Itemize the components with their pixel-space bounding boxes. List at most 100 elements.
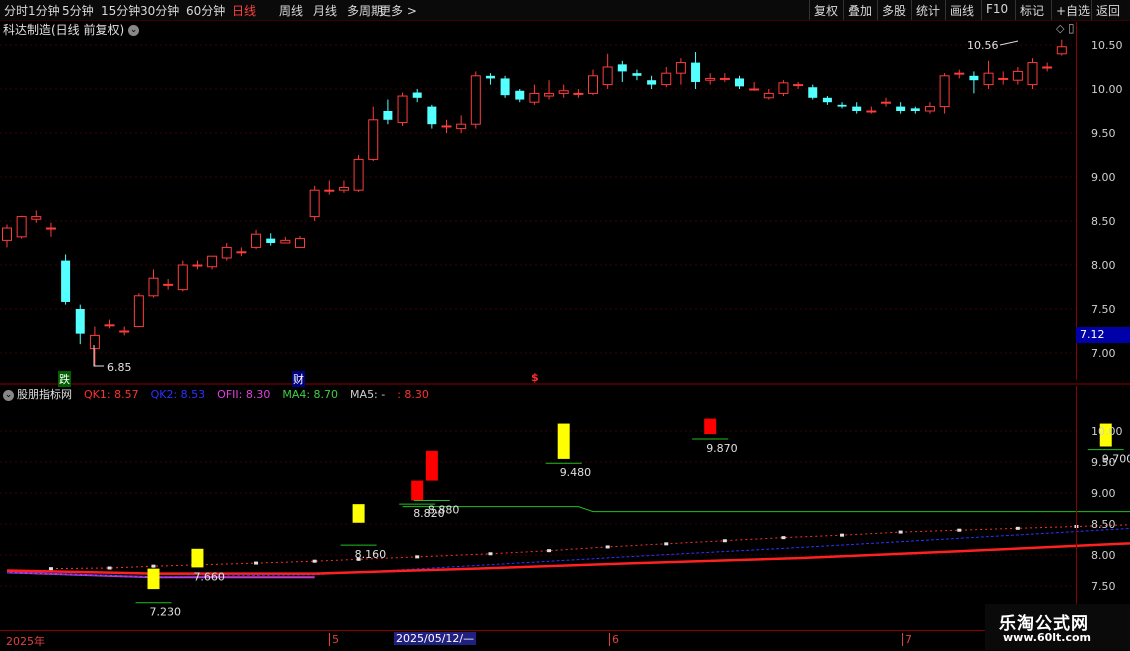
signal-box xyxy=(148,569,160,589)
trend-dot xyxy=(488,552,492,555)
limit-down-marker[interactable]: 跌 xyxy=(58,371,71,387)
qk1-line xyxy=(7,538,1130,574)
candle-body xyxy=(955,73,964,74)
candle-body xyxy=(471,76,480,124)
candle-body xyxy=(618,64,627,71)
candle-body xyxy=(925,107,934,111)
date-label: 5 xyxy=(329,633,339,646)
indicator-boxes: 7.2307.6608.1608.8208.8809.4809.8709.700 xyxy=(136,419,1130,619)
candle-body xyxy=(720,78,729,79)
price-tick: 9.00 xyxy=(1091,171,1116,184)
candle-body xyxy=(1013,71,1022,80)
candle-body xyxy=(838,105,847,107)
signal-label: 7.230 xyxy=(150,606,182,619)
candle-body xyxy=(852,107,861,111)
price-grid xyxy=(0,45,1076,353)
indicator-value-5: : 8.30 xyxy=(397,388,429,401)
trend-dot xyxy=(152,565,156,568)
price-tick: 10.50 xyxy=(1091,39,1123,52)
watermark-url: www.60lt.com xyxy=(1003,631,1091,644)
indicator-value-0: QK1: 8.57 xyxy=(84,388,139,401)
indicator-tick: 7.50 xyxy=(1091,580,1116,593)
candle-body xyxy=(1028,63,1037,85)
last-price-label: 7.12 xyxy=(1076,327,1130,343)
candle-body xyxy=(794,85,803,86)
candle-body xyxy=(486,76,495,79)
qk2-line xyxy=(7,520,1130,576)
indicator-name[interactable]: 股朋指标网 xyxy=(17,388,72,401)
candle-body xyxy=(17,217,26,237)
candle-body xyxy=(310,190,319,216)
cursor-date-label: 2025/05/12/— xyxy=(394,632,476,645)
trend-dot xyxy=(254,562,258,565)
candle-body xyxy=(237,252,246,253)
candle-body xyxy=(764,93,773,97)
indicator-tick: 8.00 xyxy=(1091,549,1116,562)
chevron-down-icon[interactable]: ⌄ xyxy=(3,390,14,401)
low-price-annotation: 6.85 xyxy=(107,361,132,374)
price-tick: 7.00 xyxy=(1091,347,1116,360)
candle-body xyxy=(383,111,392,120)
candle-body xyxy=(691,63,700,82)
candle-body xyxy=(149,278,158,296)
candle-body xyxy=(398,96,407,122)
chart-canvas[interactable]: 7.2307.6608.1608.8208.8809.4809.8709.700 xyxy=(0,0,1130,650)
candle-body xyxy=(559,91,568,94)
candle-body xyxy=(735,78,744,86)
candle-body xyxy=(61,261,70,302)
signal-box xyxy=(426,451,438,481)
candle-body xyxy=(252,234,261,247)
indicator-tick: 10.00 xyxy=(1091,425,1123,438)
high-arrow xyxy=(1000,41,1018,45)
signal-box xyxy=(411,481,423,501)
candle-body xyxy=(46,228,55,229)
candle-body xyxy=(354,159,363,190)
date-axis: 2025年 5 2025/05/12/— 6 7 xyxy=(0,630,1130,651)
candle-body xyxy=(178,265,187,290)
dollar-marker[interactable]: $ xyxy=(531,371,539,384)
candle-body xyxy=(105,325,114,326)
trend-dot xyxy=(957,529,961,532)
candle-body xyxy=(442,126,451,127)
indicator-values: QK1: 8.57QK2: 8.53OFII: 8.30MA4: 8.70MA5… xyxy=(78,388,435,401)
trend-dot xyxy=(547,549,551,552)
candle-body xyxy=(530,93,539,102)
price-tick: 9.50 xyxy=(1091,127,1116,140)
candle-body xyxy=(867,111,876,112)
candle-body xyxy=(515,91,524,100)
indicator-tick: 8.50 xyxy=(1091,518,1116,531)
candle-body xyxy=(940,76,949,107)
indicator-value-1: QK2: 8.53 xyxy=(151,388,206,401)
trend-dot xyxy=(415,555,419,558)
signal-box xyxy=(558,424,570,459)
trend-dot xyxy=(840,534,844,537)
trend-dot xyxy=(781,536,785,539)
trend-dot xyxy=(664,542,668,545)
candle-body xyxy=(339,188,348,191)
indicator-value-2: OFII: 8.30 xyxy=(217,388,270,401)
candle-body xyxy=(164,284,173,285)
trend-dot xyxy=(1016,527,1020,530)
candle-body xyxy=(676,63,685,74)
date-label: 2025年 xyxy=(6,633,45,649)
candle-body xyxy=(325,190,334,191)
finance-marker[interactable]: 财 xyxy=(292,371,305,387)
candle-body xyxy=(632,73,641,76)
signal-box xyxy=(704,419,716,435)
candle-body xyxy=(457,124,466,128)
dotted-trend-line xyxy=(51,519,1130,569)
high-price-annotation: 10.56 xyxy=(967,39,999,52)
candle-body xyxy=(896,107,905,111)
trend-dot xyxy=(723,539,727,542)
indicator-lines xyxy=(7,507,1130,578)
candle-body xyxy=(808,87,817,98)
signal-label: 9.480 xyxy=(560,466,592,479)
candle-body xyxy=(574,93,583,94)
trend-dot xyxy=(899,531,903,534)
price-tick: 10.00 xyxy=(1091,83,1123,96)
candle-body xyxy=(999,78,1008,79)
candle-body xyxy=(32,217,41,220)
candle-body xyxy=(281,240,290,243)
candle-body xyxy=(589,76,598,94)
candle-body xyxy=(984,73,993,84)
